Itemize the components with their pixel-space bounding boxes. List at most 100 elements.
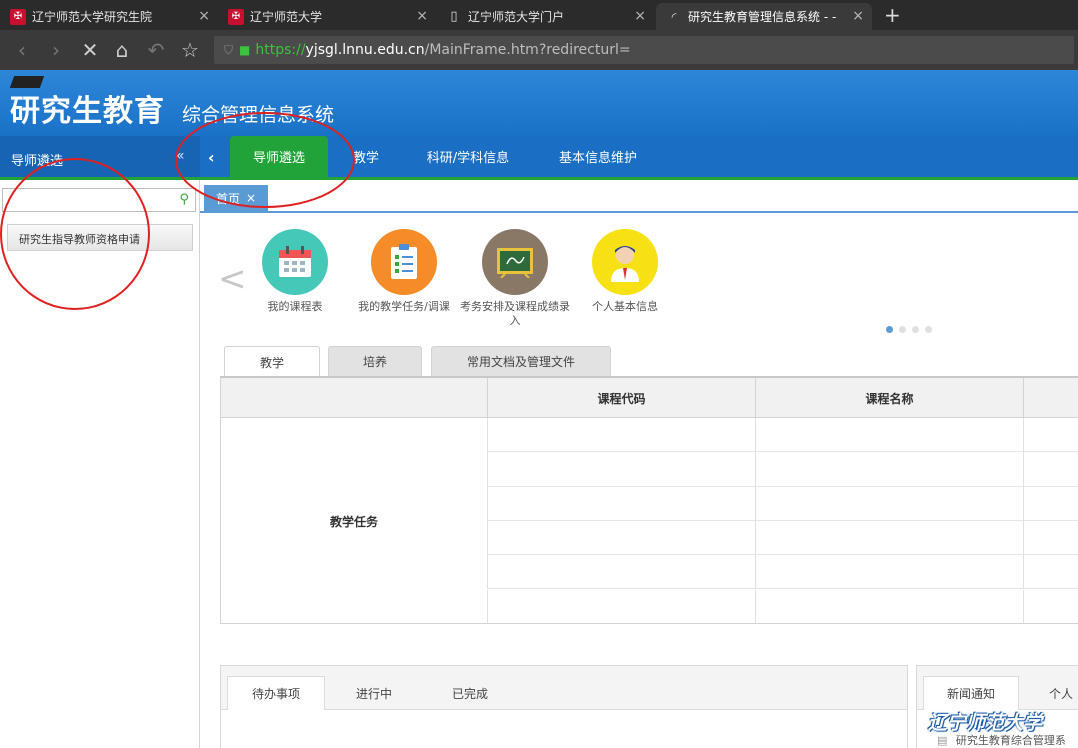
tab-news[interactable]: 新闻通知 [923, 676, 1019, 710]
table-cell [1023, 520, 1078, 556]
browser-tab-4-active[interactable]: ◜ 研究生教育管理信息系统 - - × [656, 3, 872, 30]
url-scheme: https:// [255, 42, 306, 58]
content-subtabs: 教学 培养 常用文档及管理文件 [220, 346, 1078, 377]
address-bar[interactable]: ⛉ ■ https:// yjsgl.lnnu.edu.cn /MainFram… [214, 36, 1074, 64]
tab-close-icon[interactable]: × [416, 8, 428, 24]
quick-link-teaching-tasks[interactable]: 我的教学任务/调课 [344, 229, 464, 314]
news-tab-strip: 新闻通知 个人 [917, 666, 1078, 710]
browser-tab-1[interactable]: ✠ 辽宁师范大学研究生院 × [0, 3, 218, 30]
browser-tab-3[interactable]: ▯ 辽宁师范大学门户 × [436, 3, 654, 30]
tab-completed[interactable]: 已完成 [433, 676, 507, 710]
url-host: yjsgl.lnnu.edu.cn [305, 42, 425, 58]
table-cell [755, 486, 1023, 521]
todo-panel: 待办事项 进行中 已完成 [220, 665, 908, 748]
app-header: 研究生教育 综合管理信息系统 [0, 70, 1078, 136]
tab-title: 辽宁师范大学 [250, 10, 323, 24]
shield-icon: ⛉ [224, 42, 234, 57]
quick-link-label: 我的课程表 [267, 300, 323, 313]
table-cell [1023, 418, 1078, 453]
carousel-dot[interactable] [912, 326, 919, 333]
new-tab-icon[interactable]: + [884, 3, 901, 27]
quick-link-label: 我的教学任务/调课 [358, 300, 450, 313]
tab-title: 辽宁师范大学门户 [468, 10, 565, 24]
sidebar-title: 导师遴选 [0, 136, 200, 177]
menu-item-basic-info[interactable]: 基本信息维护 [546, 136, 650, 177]
forward-icon[interactable]: › [44, 38, 68, 62]
table-cell [487, 418, 755, 453]
undo-icon[interactable]: ↶ [144, 38, 168, 62]
menu-item-research[interactable]: 科研/学科信息 [414, 136, 522, 177]
quick-access-carousel: < 我的课程表 我的教学任务/调课 考务安排及课程成绩录入 个人基本信息 [200, 215, 1078, 345]
tab-in-progress[interactable]: 进行中 [337, 676, 411, 710]
watermark-logo: 辽宁师范大学 [928, 712, 1043, 734]
loading-icon: ◜ [671, 9, 677, 24]
bookmark-star-icon[interactable]: ☆ [178, 38, 202, 62]
tab-close-icon[interactable]: × [852, 8, 864, 24]
tab-title: 辽宁师范大学研究生院 [32, 10, 153, 24]
table-header-more [1023, 378, 1078, 418]
back-icon[interactable]: ‹ [10, 38, 34, 62]
document-icon: ▯ [450, 9, 458, 24]
checklist-icon [371, 229, 437, 295]
search-icon[interactable]: ⚲ [179, 192, 189, 207]
carousel-pager [886, 326, 932, 333]
table-cell [755, 520, 1023, 556]
table-cell [1023, 589, 1078, 623]
collapse-sidebar-icon[interactable]: « [176, 148, 185, 164]
carousel-dot[interactable] [886, 326, 893, 333]
stop-icon[interactable]: ✕ [78, 38, 102, 62]
table-cell [755, 555, 1023, 590]
tab-personal[interactable]: 个人 [1041, 676, 1078, 710]
browser-tab-2[interactable]: ✠ 辽宁师范大学 × [218, 3, 436, 30]
tab-todo[interactable]: 待办事项 [227, 676, 325, 710]
close-icon[interactable]: × [246, 191, 256, 205]
page-tab-home[interactable]: 首页 × [204, 185, 268, 211]
menu-scroll-left-icon[interactable]: ‹ [208, 148, 215, 167]
page-tab-strip: 首页 × [200, 183, 1078, 213]
document-icon: ▤ [937, 734, 948, 747]
url-path: /MainFrame.htm?redirecturl= [424, 42, 631, 58]
quick-link-schedule[interactable]: 我的课程表 [235, 229, 355, 314]
tab-documents[interactable]: 常用文档及管理文件 [431, 346, 611, 376]
app-logo-title: 研究生教育 [10, 94, 165, 129]
menu-item-advisor-selection[interactable]: 导师遴选 [230, 136, 328, 177]
table-header-course-code: 课程代码 [487, 378, 755, 418]
table-cell [487, 589, 755, 623]
sidebar-search: ⚲ [2, 188, 196, 212]
table-cell [1023, 452, 1078, 487]
quick-link-personal-info[interactable]: 个人基本信息 [565, 229, 685, 314]
home-icon[interactable]: ⌂ [110, 38, 134, 62]
browser-nav-bar: ‹ › ✕ ⌂ ↶ ☆ ⛉ ■ https:// yjsgl.lnnu.edu.… [0, 30, 1078, 70]
sidebar: ⚲ 研究生指导教师资格申请 [0, 180, 200, 748]
tab-title: 研究生教育管理信息系统 - - [688, 10, 837, 24]
sidebar-search-input[interactable] [7, 191, 167, 209]
table-cell [755, 452, 1023, 487]
teaching-task-table: 课程代码 课程名称 教学任务 [220, 376, 1078, 624]
table-cell [755, 418, 1023, 453]
table-header-blank [221, 378, 487, 418]
news-item-title: 研究生教育综合管理系 [955, 734, 1066, 747]
news-panel: 新闻通知 个人 ▤ 研究生教育综合管理系 [916, 665, 1078, 748]
table-header-row: 课程代码 课程名称 [221, 378, 1078, 418]
tab-training[interactable]: 培养 [328, 346, 422, 376]
tab-close-icon[interactable]: × [198, 8, 210, 24]
table-cell [1023, 486, 1078, 521]
quick-link-exam-grades[interactable]: 考务安排及课程成绩录入 [455, 229, 575, 328]
table-cell [487, 555, 755, 590]
page-tab-label: 首页 [216, 191, 241, 206]
carousel-dot[interactable] [925, 326, 932, 333]
sidebar-item-advisor-qualification[interactable]: 研究生指导教师资格申请 [7, 224, 193, 251]
calendar-icon [262, 229, 328, 295]
app-logo-subtitle: 综合管理信息系统 [182, 104, 335, 126]
table-cell [755, 589, 1023, 623]
lock-icon: ■ [239, 43, 251, 57]
table-cell [487, 452, 755, 487]
main-menu-bar: 导师遴选 « ‹ 导师遴选 教学 科研/学科信息 基本信息维护 [0, 136, 1078, 180]
menu-item-teaching[interactable]: 教学 [340, 136, 392, 177]
quick-link-label: 考务安排及课程成绩录入 [460, 300, 570, 327]
tab-teaching[interactable]: 教学 [224, 346, 320, 377]
carousel-dot[interactable] [899, 326, 906, 333]
table-cell [487, 486, 755, 521]
tab-close-icon[interactable]: × [634, 8, 646, 24]
table-cell [487, 520, 755, 556]
